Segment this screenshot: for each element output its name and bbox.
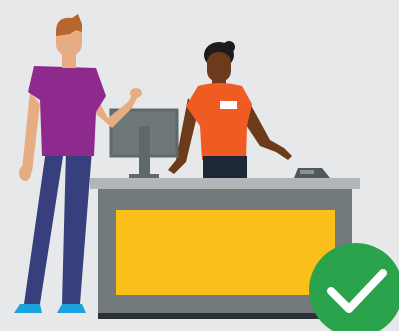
monitor-stand xyxy=(139,126,150,178)
name-tag xyxy=(220,101,237,109)
counter-base xyxy=(98,313,352,319)
checkout-illustration xyxy=(0,0,399,331)
counter-panel xyxy=(116,210,335,295)
illustration-canvas xyxy=(0,0,399,331)
counter-top xyxy=(90,178,360,189)
